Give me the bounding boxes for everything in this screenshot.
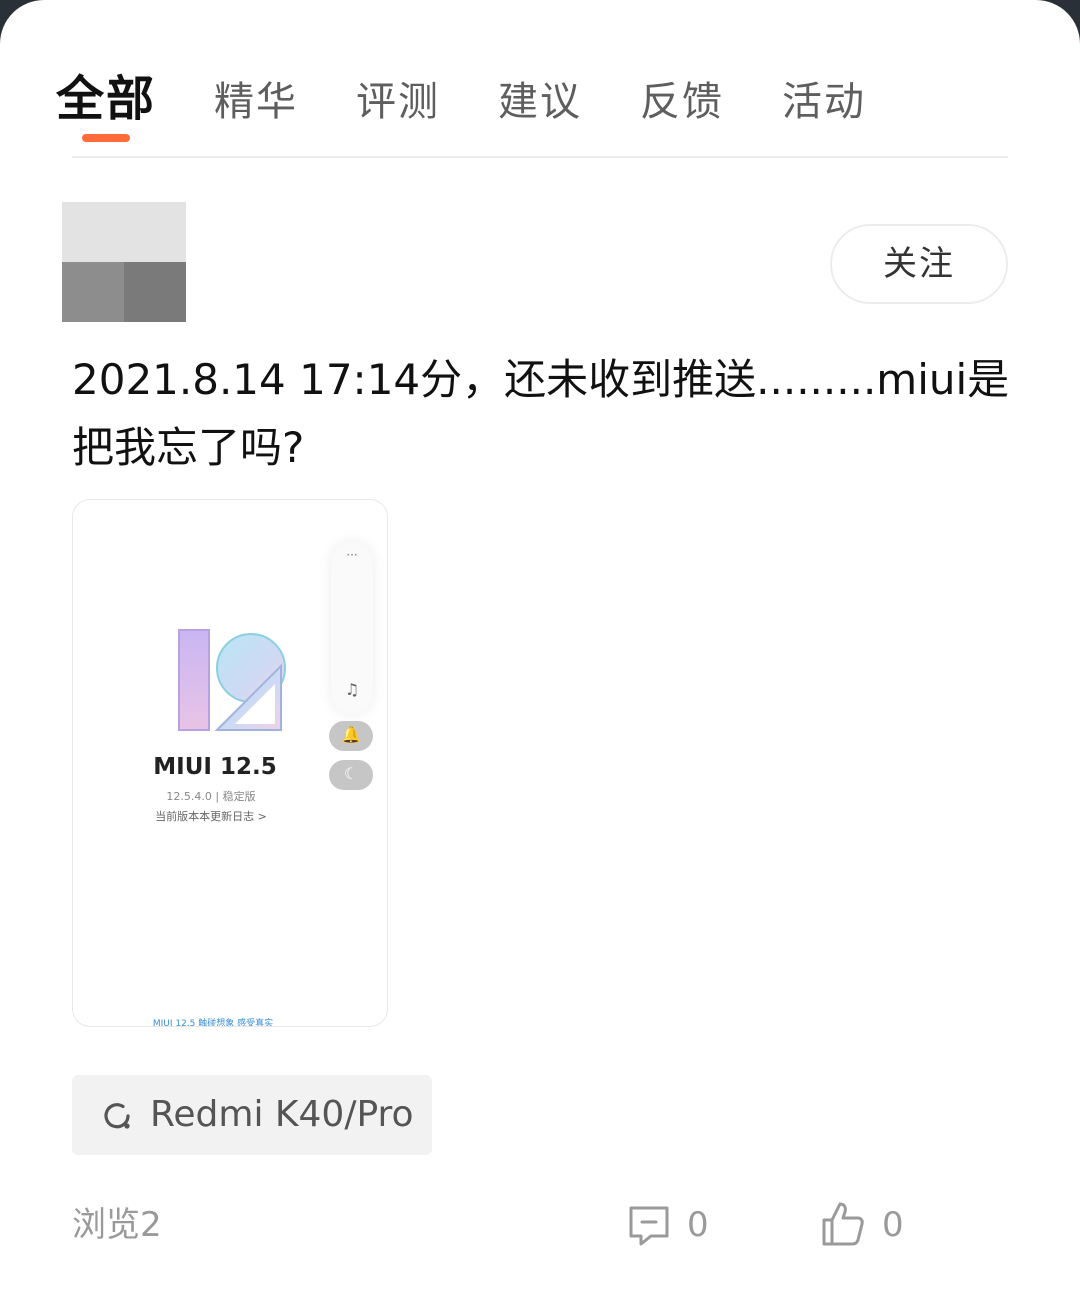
tab-all-label: 全部: [56, 71, 157, 127]
moon-toggle: ☾: [329, 760, 373, 790]
post-sheet: 全部 精华 评测 建议 反馈 活动 关注 2021.8.14 17:14分，还未…: [0, 0, 1080, 1293]
avatar-blur-left: [62, 262, 124, 322]
avatar[interactable]: [62, 202, 186, 322]
tab-suggestions[interactable]: 建议: [498, 62, 582, 142]
music-note-icon: ♫: [344, 680, 360, 699]
image-side-panel: ··· ♫: [331, 542, 373, 714]
image-miui-version: 12.5.4.0 | 稳定版: [166, 790, 256, 803]
post-image[interactable]: MIUI 12.5 12.5.4.0 | 稳定版 当前版本本更新日志 > ···…: [72, 499, 388, 1027]
comment-count: 0: [687, 1205, 709, 1245]
device-tag-label: Redmi K40/Pro: [150, 1094, 414, 1135]
tab-suggestions-label: 建议: [498, 79, 583, 125]
bell-icon: 🔔: [341, 725, 361, 744]
tab-events-label: 活动: [782, 79, 867, 125]
avatar-blur-top: [62, 202, 186, 262]
device-tag[interactable]: Redmi K40/Pro: [72, 1075, 432, 1155]
view-count: 浏览2: [72, 1205, 162, 1245]
post-body-text: 2021.8.14 17:14分，还未收到推送.........miui是把我忘…: [72, 355, 1010, 472]
category-tabs: 全部 精华 评测 建议 反馈 活动: [56, 62, 924, 152]
avatar-blur-right: [124, 262, 186, 322]
thumbs-up-icon: [822, 1202, 864, 1246]
like-count: 0: [882, 1205, 904, 1245]
tab-reviews-label: 评测: [356, 79, 441, 125]
tab-featured[interactable]: 精华: [214, 62, 298, 142]
follow-button[interactable]: 关注: [830, 224, 1008, 304]
tab-all[interactable]: 全部: [56, 62, 157, 142]
refresh-circle-icon: [104, 1103, 130, 1129]
comment-icon: [629, 1206, 669, 1246]
miui-12-logo-icon: [178, 629, 286, 731]
image-miui-title: MIUI 12.5: [153, 754, 277, 780]
active-tab-indicator: [82, 134, 130, 142]
tabs-divider: [72, 156, 1008, 158]
moon-icon: ☾: [343, 764, 359, 783]
image-changelog-link: 当前版本本更新日志 >: [155, 810, 267, 823]
tab-feedback-label: 反馈: [640, 79, 725, 125]
tab-events[interactable]: 活动: [782, 62, 866, 142]
tab-featured-label: 精华: [214, 79, 299, 125]
more-dots-icon: ···: [346, 548, 358, 562]
tab-reviews[interactable]: 评测: [356, 62, 440, 142]
bell-toggle: 🔔: [329, 721, 373, 751]
image-bottom-caption: MIUI 12.5 触碰想象 感受真实: [152, 1019, 274, 1027]
tab-feedback[interactable]: 反馈: [640, 62, 724, 142]
